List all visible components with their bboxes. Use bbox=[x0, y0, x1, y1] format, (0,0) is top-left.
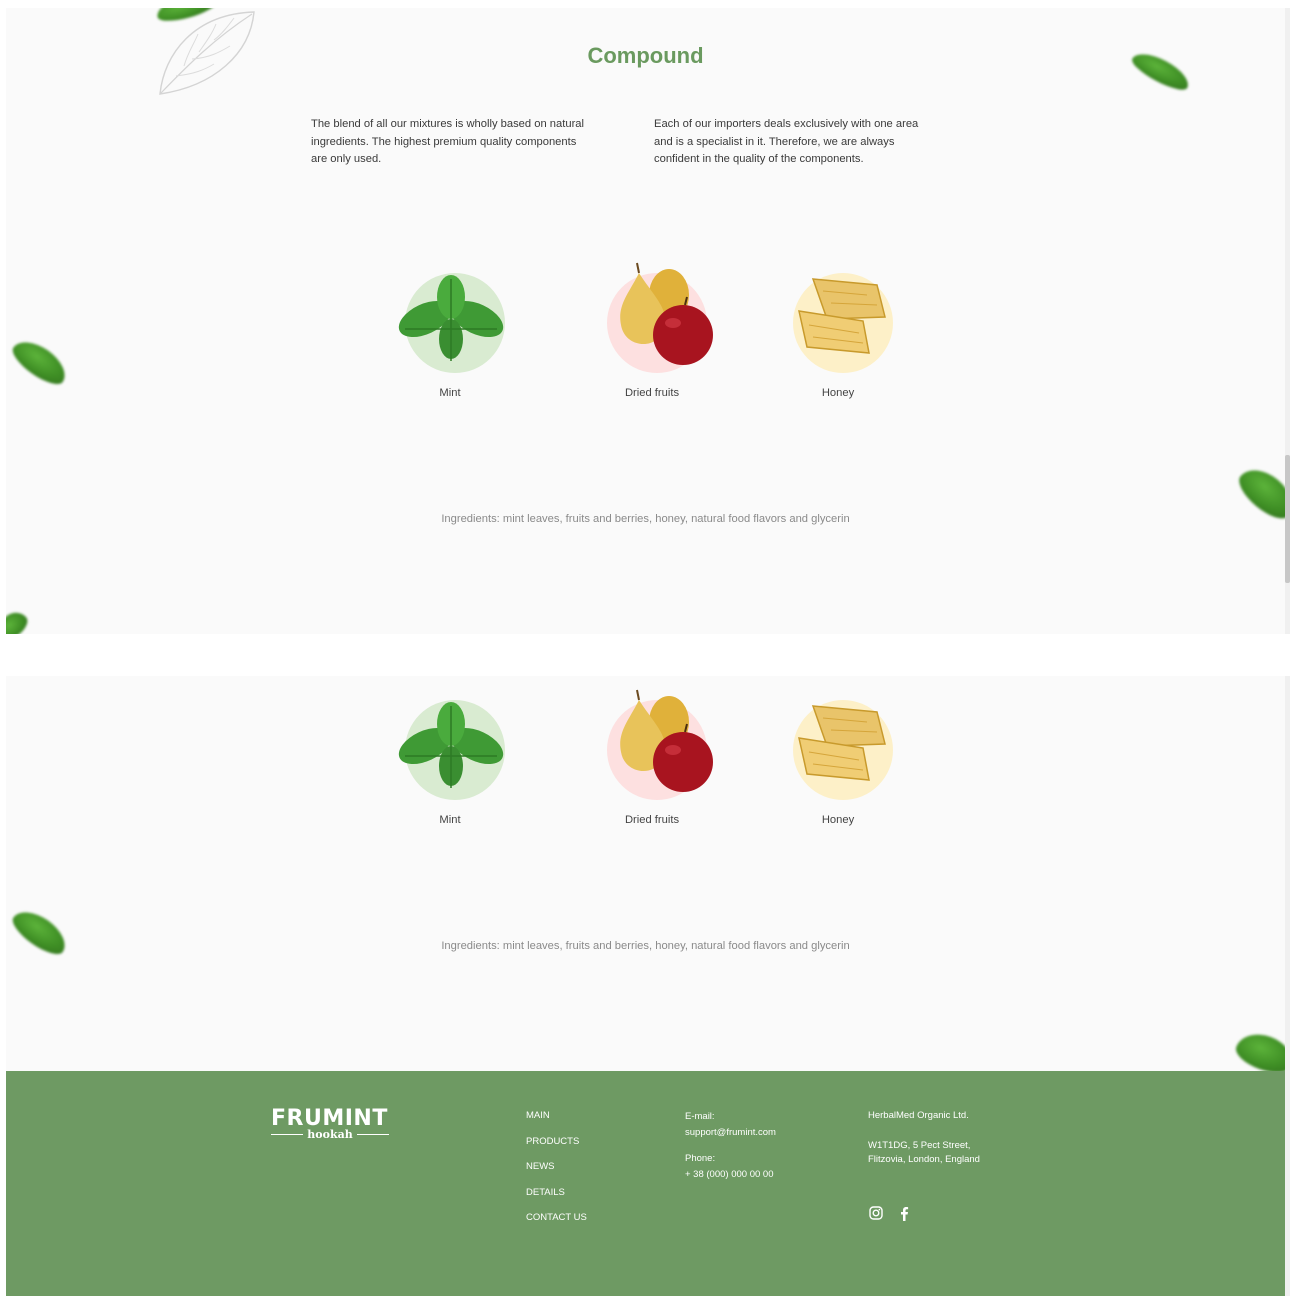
leaf-decoration bbox=[1231, 1027, 1285, 1071]
footer-nav-news[interactable]: NEWS bbox=[526, 1160, 587, 1186]
footer-nav-contact-us[interactable]: CONTACT US bbox=[526, 1211, 587, 1237]
ingredient-label: Honey bbox=[821, 814, 855, 826]
email-label: E-mail: bbox=[685, 1111, 715, 1122]
footer-nav-details[interactable]: DETAILS bbox=[526, 1186, 587, 1212]
instagram-icon[interactable] bbox=[868, 1205, 884, 1221]
leaf-decoration bbox=[7, 333, 73, 391]
ingredient-label: Dried fruits bbox=[624, 387, 680, 399]
ingredient-honey: Honey bbox=[758, 680, 918, 826]
company-name: HerbalMed Organic Ltd. bbox=[868, 1110, 969, 1121]
ingredients-description: Ingredients: mint leaves, fruits and ber… bbox=[441, 513, 850, 525]
email-link[interactable]: support@frumint.com bbox=[685, 1125, 776, 1141]
logo-subtitle: hookah bbox=[307, 1128, 353, 1141]
mint-icon bbox=[398, 275, 504, 361]
mint-icon bbox=[398, 702, 504, 788]
scrollbar-track[interactable] bbox=[1285, 676, 1290, 1296]
ingredient-honey: Honey bbox=[758, 253, 918, 399]
ingredient-dried-fruits: Dried fruits bbox=[572, 680, 732, 826]
footer-nav: MAIN PRODUCTS NEWS DETAILS CONTACT US bbox=[526, 1109, 587, 1237]
company-info: HerbalMed Organic Ltd. W1T1DG, 5 Pect St… bbox=[868, 1109, 980, 1167]
contact-info: E-mail: support@frumint.com Phone: + 38 … bbox=[685, 1109, 776, 1183]
ingredient-label: Dried fruits bbox=[624, 814, 680, 826]
scrollbar-thumb[interactable] bbox=[1285, 455, 1290, 583]
ingredients-description: Ingredients: mint leaves, fruits and ber… bbox=[441, 940, 850, 952]
address-line-1: W1T1DG, 5 Pect Street, bbox=[868, 1140, 971, 1151]
honey-icon bbox=[798, 705, 886, 781]
intro-right-text: Each of our importers deals exclusively … bbox=[654, 118, 919, 165]
dried-fruits-icon bbox=[620, 689, 713, 792]
ingredient-label: Honey bbox=[821, 387, 855, 399]
address-line-2: Flitzovia, London, England bbox=[868, 1154, 980, 1165]
phone-label: Phone: bbox=[685, 1153, 716, 1164]
phone-link[interactable]: + 38 (000) 000 00 00 bbox=[685, 1167, 776, 1183]
honey-icon bbox=[798, 278, 886, 354]
footer-nav-products[interactable]: PRODUCTS bbox=[526, 1135, 587, 1161]
footer: FRUMINT hookah MAIN PRODUCTS NEWS DETAIL… bbox=[6, 1071, 1285, 1296]
ingredient-mint: Mint bbox=[370, 253, 530, 399]
intro-left-text: The blend of all our mixtures is wholly … bbox=[311, 118, 584, 165]
leaf-decoration bbox=[6, 606, 32, 634]
compound-section: Compound The blend of all our mixtures i… bbox=[6, 8, 1285, 634]
ingredient-label: Mint bbox=[439, 387, 461, 399]
ingredient-label: Mint bbox=[439, 814, 461, 826]
facebook-icon[interactable] bbox=[896, 1205, 912, 1221]
section-title: Compound bbox=[587, 43, 704, 68]
dried-fruits-icon bbox=[620, 262, 713, 365]
ingredient-mint: Mint bbox=[370, 680, 530, 826]
leaf-decoration bbox=[7, 903, 73, 961]
ingredient-dried-fruits: Dried fruits bbox=[572, 253, 732, 399]
frumint-logo[interactable]: FRUMINT hookah bbox=[271, 1107, 390, 1141]
compound-section-repeat: Mint Dried fruits Honey Ingredients: min… bbox=[6, 676, 1285, 1071]
footer-nav-main[interactable]: MAIN bbox=[526, 1109, 587, 1135]
